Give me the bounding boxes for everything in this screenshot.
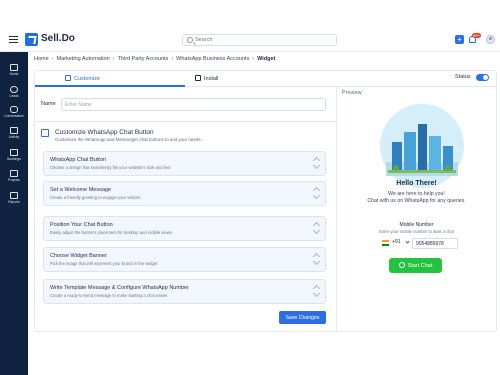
app-logo-text: Sell.Do (41, 33, 75, 44)
search-box[interactable] (182, 34, 337, 46)
chevron-up-down-icon (312, 187, 320, 201)
chevron-up-down-icon (312, 253, 320, 267)
bookings-icon (10, 149, 18, 156)
sidebar-item-reports[interactable]: Reports (0, 192, 28, 212)
tab-install-label: Install (204, 76, 219, 82)
breadcrumb-widget: Widget (257, 56, 276, 62)
status-label: Status (455, 74, 471, 80)
notification-badge: 99+ (472, 33, 481, 38)
breadcrumb-home[interactable]: Home (34, 56, 49, 62)
hamburger-menu-icon[interactable] (9, 36, 18, 43)
leads-icon (10, 86, 18, 93)
accordion-title: WhatsApp Chat Button (50, 157, 106, 163)
chevron-down-icon[interactable] (405, 239, 410, 244)
accordion-whatsapp-chat-button[interactable]: WhatsApp Chat Button Choose a design tha… (43, 151, 326, 176)
accordion-description: Create a ready-to-send message to make s… (50, 293, 168, 298)
sidebar-item-conversation[interactable]: Conversation (0, 106, 28, 126)
sidebar-item-bookings[interactable]: Bookings (0, 149, 28, 169)
chevron-up-down-icon (312, 222, 320, 236)
sell-do-logo-icon (25, 33, 38, 46)
chat-icon (10, 106, 18, 113)
tab-customize[interactable]: Customize (65, 75, 100, 82)
accordion-widget-banner[interactable]: Choose Widget Banner Pick the image that… (43, 247, 326, 272)
accordion-description: Pick the image that will represent your … (50, 261, 158, 266)
sidebar-item-label: Activity (8, 135, 20, 139)
tab-bar: Customize Install Status (35, 71, 496, 87)
accordion-position-chat-button[interactable]: Position Your Chat Button Easily adjust … (43, 216, 326, 241)
accordion-description: Easily adjust the button's placement for… (50, 230, 172, 235)
mobile-number-input[interactable] (412, 238, 458, 249)
whatsapp-icon (398, 262, 405, 268)
chevron-up-down-icon (312, 285, 320, 299)
customize-icon (65, 75, 71, 81)
sidebar-item-home[interactable]: Home (0, 64, 28, 84)
sidebar-item-leads[interactable]: Leads (0, 86, 28, 106)
add-button[interactable]: + (455, 35, 464, 44)
accordion-title: Set a Welcome Message (50, 187, 112, 193)
chevron-right-icon: › (171, 56, 174, 62)
divider (35, 121, 336, 122)
accordion-title: Choose Widget Banner (50, 253, 107, 259)
edit-icon (41, 129, 49, 137)
phone-row: +91 (380, 238, 458, 249)
preview-help-text: Chat with us on WhatsApp for any queries… (367, 198, 466, 204)
notifications-button[interactable]: 99+ (469, 33, 481, 44)
start-chat-button[interactable]: Start Chat (389, 258, 442, 273)
chevron-right-icon: › (112, 56, 115, 62)
sidebar-item-label: Home (9, 72, 19, 76)
chevron-right-icon: › (252, 56, 255, 62)
country-code[interactable]: +91 (392, 239, 400, 245)
breadcrumb-whatsapp-business-accounts[interactable]: WhatsApp Business Accounts (176, 56, 249, 62)
accordion-description: Create a friendly greeting to engage you… (50, 195, 141, 200)
mobile-number-label: Mobile Number (399, 222, 434, 228)
sidebar: Home Leads Conversation Activity Booking… (0, 52, 28, 375)
city-illustration (380, 104, 464, 188)
top-bar: Sell.Do + 99+ (0, 28, 500, 52)
accordion-template-message[interactable]: Write Template Message & Configure Whats… (43, 279, 326, 304)
preview-label: Preview (342, 90, 362, 96)
start-chat-label: Start Chat (407, 263, 433, 269)
accordion-description: Choose a design that seamlessly fits you… (50, 165, 171, 170)
accordion-title: Write Template Message & Configure Whats… (50, 285, 189, 291)
breadcrumb-marketing-automation[interactable]: Marketing Automation (57, 56, 110, 62)
tab-install[interactable]: Install (195, 75, 218, 82)
status-toggle[interactable] (476, 74, 489, 81)
tab-customize-label: Customize (74, 76, 100, 82)
avatar[interactable] (486, 35, 495, 44)
reports-icon (10, 192, 18, 199)
chevron-up-down-icon (312, 157, 320, 171)
sidebar-item-label: Reports (8, 200, 20, 204)
sidebar-item-projects[interactable]: Projects (0, 170, 28, 190)
name-input[interactable] (61, 98, 326, 111)
sidebar-item-label: Projects (8, 178, 20, 182)
section-subtitle: Customize the WhatsApp and Messenger cha… (55, 137, 202, 142)
home-icon (10, 64, 18, 71)
breadcrumb: Home › Marketing Automation › Third Party Ac… (34, 56, 275, 66)
name-label: Name (41, 101, 56, 107)
accordion-title: Position Your Chat Button (50, 222, 113, 228)
projects-icon (10, 170, 18, 177)
sidebar-item-activity[interactable]: Activity (0, 127, 28, 147)
divider (336, 87, 337, 331)
india-flag-icon (382, 240, 389, 246)
sidebar-item-label: Conversation (4, 114, 24, 118)
mobile-number-hint: Enter your mobile number to start a chat (379, 229, 454, 234)
sidebar-item-label: Bookings (7, 157, 21, 161)
chevron-right-icon: › (51, 56, 54, 62)
section-title: Customize WhatsApp Chat Button (55, 129, 154, 136)
preview-help-text: We are here to help you! (388, 191, 445, 197)
search-icon (187, 37, 193, 43)
search-input[interactable] (195, 35, 333, 45)
accordion-welcome-message[interactable]: Set a Welcome Message Create a friendly … (43, 181, 326, 206)
save-changes-button[interactable]: Save Changes (279, 311, 326, 324)
install-icon (195, 75, 201, 81)
activity-icon (10, 127, 18, 134)
sidebar-item-label: Leads (9, 94, 19, 98)
breadcrumb-third-party-accounts[interactable]: Third Party Accounts (118, 56, 169, 62)
active-tab-indicator (35, 85, 185, 87)
preview-greeting: Hello There! (396, 180, 437, 187)
